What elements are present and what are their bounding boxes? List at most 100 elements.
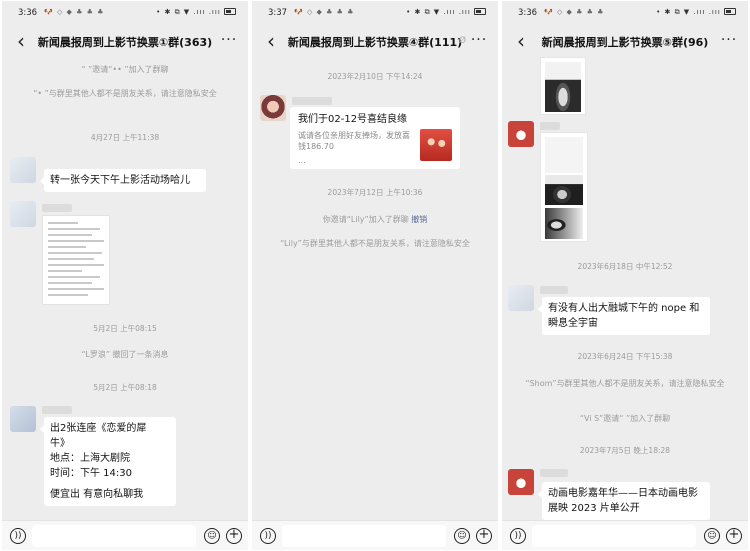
timestamp: 2023年7月5日 晚上18:28 (579, 446, 671, 455)
system-message: “• ”与群里其他人都不是朋友关系，请注意隐私安全 (33, 89, 217, 98)
emoji-icon[interactable]: ☺ (204, 528, 220, 544)
system-status-icons: • ✱ ⧉ ▼ .ııı .ııı (406, 8, 486, 17)
timestamp: 2023年7月12日 上午10:36 (327, 188, 423, 197)
emoji-icon[interactable]: ☺ (454, 528, 470, 544)
image-message[interactable] (540, 132, 588, 242)
signal-wifi-icons: • ✱ ⧉ ▼ .ııı .ııı (406, 8, 471, 16)
message-input[interactable] (532, 525, 696, 547)
message-bubble[interactable]: 有没有人出大融城下午的 nope 和瞬息全宇宙 (538, 297, 710, 335)
message-bubble[interactable]: 转一张今天下午上影活动场哈儿 (40, 169, 206, 192)
more-options-icon[interactable]: ··· (468, 28, 490, 54)
timestamp: 2023年2月10日 下午14:24 (327, 72, 423, 81)
timestamp: 4月27日 上午11:38 (90, 133, 160, 142)
message-line: 地点：上海大剧院 (50, 453, 130, 464)
three-chat-screenshots: 3:36 🐶 ◇ ◆ ♣ ♣ ♣ • ✱ ⧉ ▼ .ııı .ııı ‹ 新闻晨… (0, 0, 750, 551)
photo-image (545, 208, 583, 239)
system-message: “Lily”与群里其他人都不是朋友关系，请注意隐私安全 (280, 239, 470, 248)
signal-wifi-icons: • ✱ ⧉ ▼ .ııı .ııı (156, 8, 221, 16)
link-card-message[interactable]: 我们于02-12号喜结良缘 诚请各位亲朋好友捧场，发放喜钱186.70 ... (290, 107, 460, 169)
system-message: “Vi S”邀请“ ”加入了群聊 (579, 414, 671, 423)
card-description: 诚请各位亲朋好友捧场，发放喜钱186.70 (298, 131, 410, 151)
invite-text: 你邀请“Lily”加入了群聊 (322, 215, 412, 224)
message-line: 时间：下午 14:30 (50, 468, 132, 479)
status-time: 3:37 (268, 8, 288, 18)
avatar[interactable] (10, 201, 36, 227)
title-bar: ‹ 新闻晨报周到上影节换票⑤群(96) ··· (502, 25, 748, 57)
photo-text (545, 137, 583, 173)
avatar[interactable] (260, 95, 286, 121)
message-input[interactable] (32, 525, 196, 547)
sender-name (292, 97, 332, 105)
revoke-link[interactable]: 撤销 (411, 215, 427, 224)
notification-icons: 🐶 ◇ ◆ ♣ ♣ ♣ (544, 8, 605, 16)
battery-icon (474, 8, 486, 15)
system-message: “Shom”与群里其他人都不是朋友关系，请注意隐私安全 (525, 379, 725, 388)
image-message[interactable] (540, 57, 586, 115)
status-time: 3:36 (18, 8, 38, 18)
status-time: 3:36 (518, 8, 538, 18)
input-bar: )) ☺ + (2, 520, 248, 550)
voice-icon[interactable]: )) (510, 528, 526, 544)
message-line: 出2张连座《恋爱的犀 (50, 423, 147, 434)
timestamp: 5月2日 上午08:15 (93, 324, 157, 333)
status-bar: 3:36 🐶 ◇ ◆ ♣ ♣ ♣ • ✱ ⧉ ▼ .ııı .ııı (2, 1, 248, 23)
more-options-icon[interactable]: ··· (218, 28, 240, 54)
message-bubble[interactable]: 动画电影嘉年华——日本动画电影展映 2023 片单公开 (538, 482, 710, 520)
timestamp: 2023年6月24日 下午15:38 (577, 352, 673, 361)
message-line: 便宜出 有意向私聊我 (50, 489, 144, 500)
plus-icon[interactable]: + (726, 528, 742, 544)
plus-icon[interactable]: + (476, 528, 492, 544)
photo-image (545, 175, 583, 205)
system-status-icons: • ✱ ⧉ ▼ .ııı .ııı (656, 8, 736, 17)
title-bar: ‹ 新闻晨报周到上影节换票①群(363) ··· (2, 25, 248, 57)
timestamp: 5月2日 上午08:18 (93, 383, 157, 392)
input-bar: )) ☺ + (252, 520, 498, 550)
chat-title: 新闻晨报周到上影节换票④群(111) (287, 36, 463, 49)
voice-icon[interactable]: )) (10, 528, 26, 544)
notification-icons: 🐶 ◇ ◆ ♣ ♣ ♣ (44, 8, 105, 16)
timestamp: 2023年6月18日 中午12:52 (577, 262, 673, 271)
photo-image (545, 62, 581, 112)
card-title: 我们于02-12号喜结良缘 (298, 114, 408, 125)
battery-icon (224, 8, 236, 15)
avatar[interactable] (508, 469, 534, 495)
avatar[interactable] (508, 285, 534, 311)
plus-icon[interactable]: + (226, 528, 242, 544)
sender-name (42, 406, 72, 414)
chat-screen-3: 3:36 🐶 ◇ ◆ ♣ ♣ ♣ • ✱ ⧉ ▼ .ııı .ııı ‹ 新闻晨… (502, 1, 748, 550)
message-input[interactable] (282, 525, 446, 547)
back-icon[interactable]: ‹ (510, 28, 532, 54)
card-thumbnail (420, 129, 452, 161)
system-status-icons: • ✱ ⧉ ▼ .ııı .ııı (156, 8, 236, 17)
back-icon[interactable]: ‹ (10, 28, 32, 54)
back-icon[interactable]: ‹ (260, 28, 282, 54)
avatar[interactable] (10, 406, 36, 432)
sender-name (540, 122, 560, 130)
chat-title: 新闻晨报周到上影节换票⑤群(96) (541, 36, 709, 49)
system-message: 你邀请“Lily”加入了群聊 撤销 (266, 214, 484, 226)
system-message: “L罗浪” 撤回了一条消息 (81, 350, 169, 359)
image-message[interactable] (42, 215, 110, 305)
sender-name (42, 204, 72, 212)
avatar[interactable] (508, 121, 534, 147)
more-options-icon[interactable]: ··· (718, 28, 740, 54)
message-bubble[interactable]: 出2张连座《恋爱的犀 牛》 地点：上海大剧院 时间：下午 14:30 便宜出 有… (40, 417, 176, 506)
avatar[interactable] (10, 157, 36, 183)
status-bar: 3:36 🐶 ◇ ◆ ♣ ♣ ♣ • ✱ ⧉ ▼ .ııı .ııı (502, 1, 748, 23)
notification-icons: 🐶 ◇ ◆ ♣ ♣ ♣ (294, 8, 355, 16)
chat-title: 新闻晨报周到上影节换票①群(363) (37, 36, 213, 49)
title-bar: ‹ 新闻晨报周到上影节换票④群(111) Ø ··· (252, 25, 498, 57)
mute-icon: Ø (458, 36, 466, 46)
signal-wifi-icons: • ✱ ⧉ ▼ .ııı .ııı (656, 8, 721, 16)
input-bar: )) ☺ + (502, 520, 748, 550)
emoji-icon[interactable]: ☺ (704, 528, 720, 544)
message-line: 牛》 (50, 438, 70, 449)
battery-icon (724, 8, 736, 15)
sender-name (540, 286, 568, 294)
chat-screen-1: 3:36 🐶 ◇ ◆ ♣ ♣ ♣ • ✱ ⧉ ▼ .ııı .ııı ‹ 新闻晨… (2, 1, 248, 550)
sender-name (540, 469, 568, 477)
system-message: “ ”邀请“•• ”加入了群聊 (81, 65, 169, 74)
voice-icon[interactable]: )) (260, 528, 276, 544)
status-bar: 3:37 🐶 ◇ ◆ ♣ ♣ ♣ • ✱ ⧉ ▼ .ııı .ııı (252, 1, 498, 23)
card-ellipsis: ... (298, 156, 306, 165)
